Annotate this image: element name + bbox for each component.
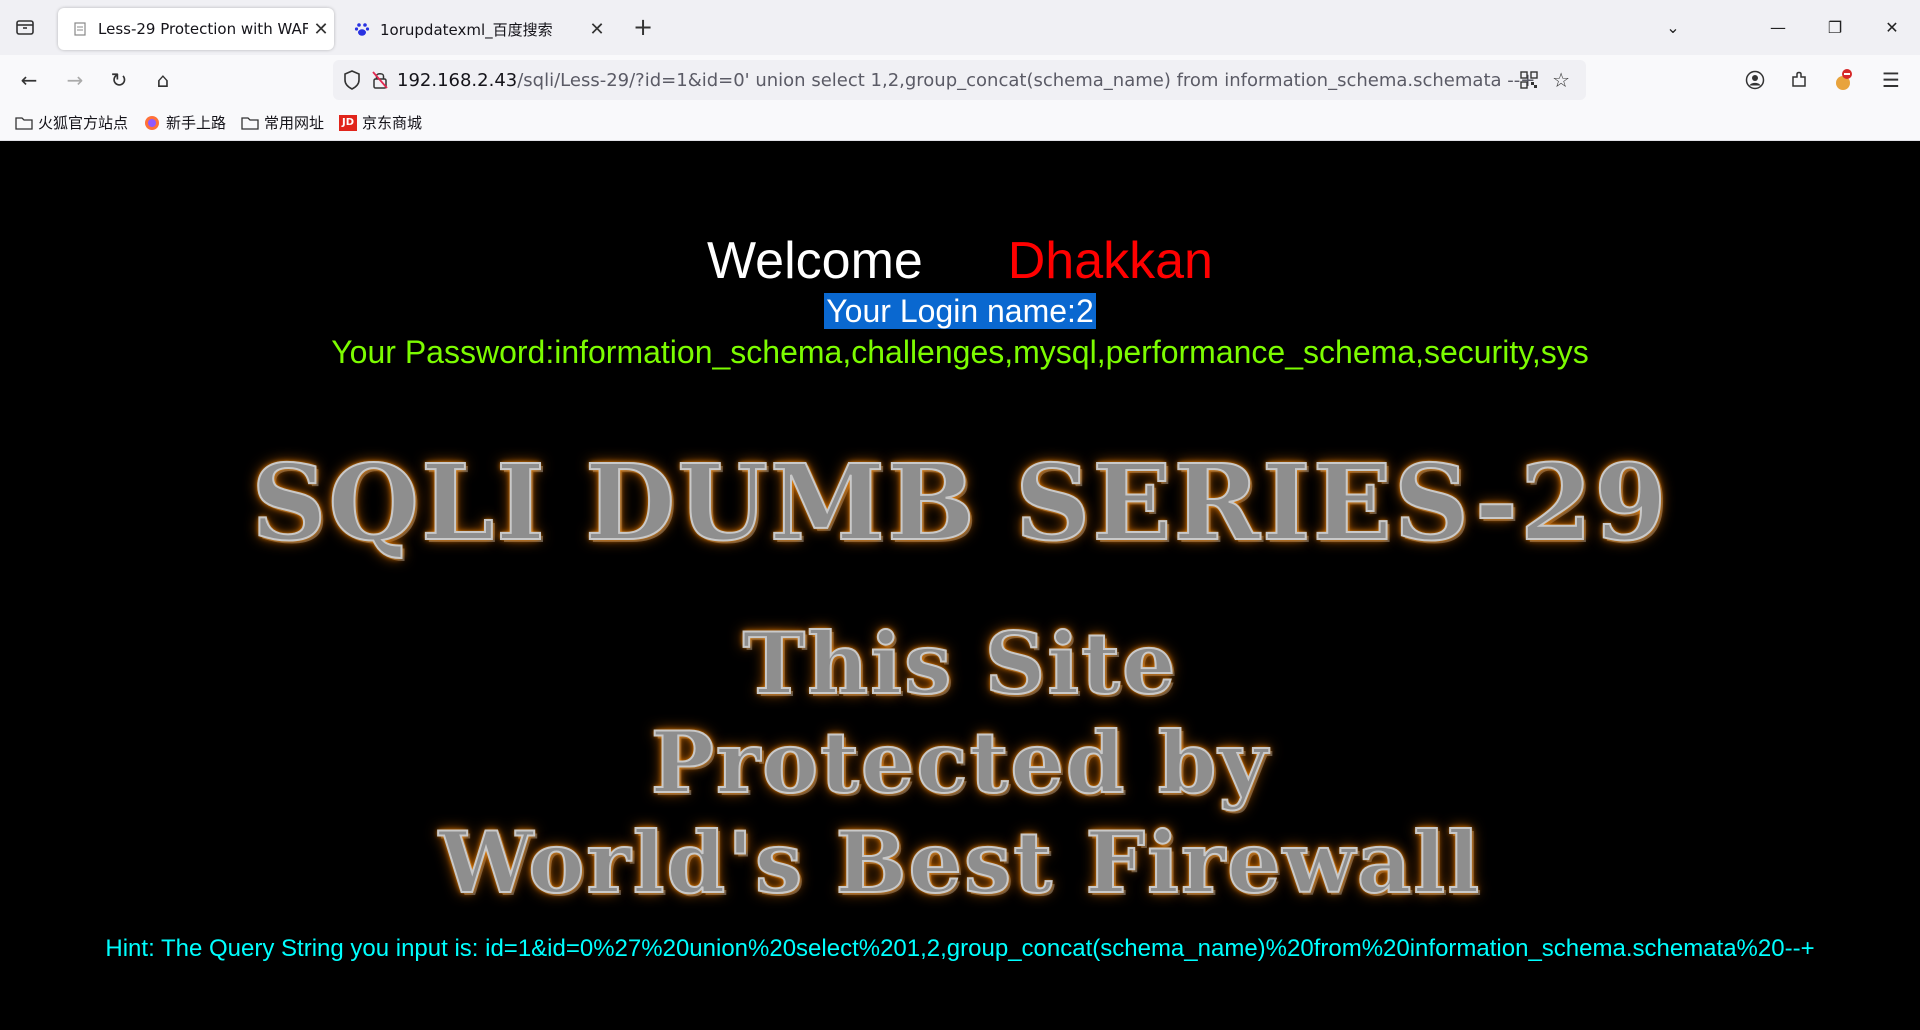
nav-toolbar: ← → ↻ ⌂ 192.168.2.43/sqli/Less-29/?id=1&…: [0, 55, 1920, 105]
user-name: Dhakkan: [1007, 232, 1213, 290]
restore-icon[interactable]: ❐: [1812, 12, 1858, 42]
tab-baidu[interactable]: 1orupdatexml_百度搜索 ✕: [340, 8, 610, 50]
bookmark-label: 火狐官方站点: [38, 114, 129, 132]
address-bar[interactable]: 192.168.2.43/sqli/Less-29/?id=1&id=0' un…: [333, 60, 1586, 100]
bookmark-item[interactable]: 火狐官方站点: [15, 112, 128, 133]
tab-title: Less-29 Protection with WAF: [98, 20, 308, 38]
waf-banner-line2: Protected by: [650, 712, 1270, 813]
tab-title: 1orupdatexml_百度搜索: [380, 20, 553, 39]
tab-less29[interactable]: Less-29 Protection with WAF ✕: [58, 8, 334, 50]
waf-banner-line3: World's Best Firewall: [438, 812, 1482, 913]
qr-code-icon[interactable]: [1520, 71, 1538, 89]
shield-icon[interactable]: [343, 70, 365, 90]
tab-bar: Less-29 Protection with WAF ✕ 1orupdatex…: [0, 0, 1920, 55]
bookmark-item[interactable]: JD 京东商城: [339, 112, 422, 133]
bookmark-label: 常用网址: [264, 114, 325, 132]
url-text[interactable]: 192.168.2.43/sqli/Less-29/?id=1&id=0' un…: [397, 70, 1535, 91]
query-hint: Hint: The Query String you input is: id=…: [105, 935, 1815, 962]
bookmark-label: 京东商城: [362, 114, 423, 132]
firefox-icon: [143, 115, 161, 131]
back-icon[interactable]: ←: [14, 65, 44, 95]
series-banner-image: SQLI DUMB SERIES-29: [250, 440, 1669, 565]
reload-icon[interactable]: ↻: [104, 65, 134, 95]
bookmark-item[interactable]: 常用网址: [241, 112, 324, 133]
close-tab-icon[interactable]: ✕: [308, 19, 334, 40]
tab-list-icon[interactable]: [10, 12, 40, 42]
bookmark-item[interactable]: 新手上路: [143, 112, 226, 133]
close-window-icon[interactable]: ✕: [1869, 12, 1915, 42]
page-content: Welcome Dhakkan Your Login name:2 Your P…: [0, 141, 1920, 1030]
menu-icon[interactable]: ☰: [1876, 65, 1906, 95]
minimize-icon[interactable]: —: [1755, 12, 1801, 42]
bookmark-star-icon[interactable]: ☆: [1552, 68, 1570, 92]
extension-addon-icon[interactable]: [1828, 65, 1858, 95]
url-host: 192.168.2.43: [397, 69, 518, 91]
insecure-lock-icon[interactable]: [371, 70, 393, 90]
folder-icon: [15, 115, 33, 131]
bookmarks-bar: 火狐官方站点 新手上路 常用网址 JD 京东商城: [0, 105, 1920, 141]
page-icon: [72, 21, 88, 37]
welcome-heading: Welcome Dhakkan: [0, 231, 1920, 291]
list-all-tabs-icon[interactable]: ⌄: [1650, 12, 1696, 42]
forward-icon[interactable]: →: [60, 65, 90, 95]
bookmark-label: 新手上路: [166, 114, 227, 132]
account-icon[interactable]: [1740, 65, 1770, 95]
login-name-line: Your Login name:2: [0, 293, 1920, 330]
baidu-paw-icon: [354, 21, 370, 37]
login-name-text: Your Login name:2: [824, 293, 1096, 329]
close-tab-icon[interactable]: ✕: [584, 19, 610, 40]
jd-icon: JD: [339, 114, 358, 131]
extensions-icon[interactable]: [1784, 65, 1814, 95]
home-icon[interactable]: ⌂: [148, 65, 178, 95]
url-path: /sqli/Less-29/?id=1&id=0' union select 1…: [517, 69, 1536, 91]
new-tab-button[interactable]: +: [628, 12, 658, 42]
browser-chrome: Less-29 Protection with WAF ✕ 1orupdatex…: [0, 0, 1920, 141]
waf-banner-line1: This Site: [742, 613, 1178, 714]
welcome-text: Welcome: [707, 232, 923, 290]
password-line: Your Password:information_schema,challen…: [331, 334, 1589, 370]
folder-icon: [241, 115, 259, 131]
